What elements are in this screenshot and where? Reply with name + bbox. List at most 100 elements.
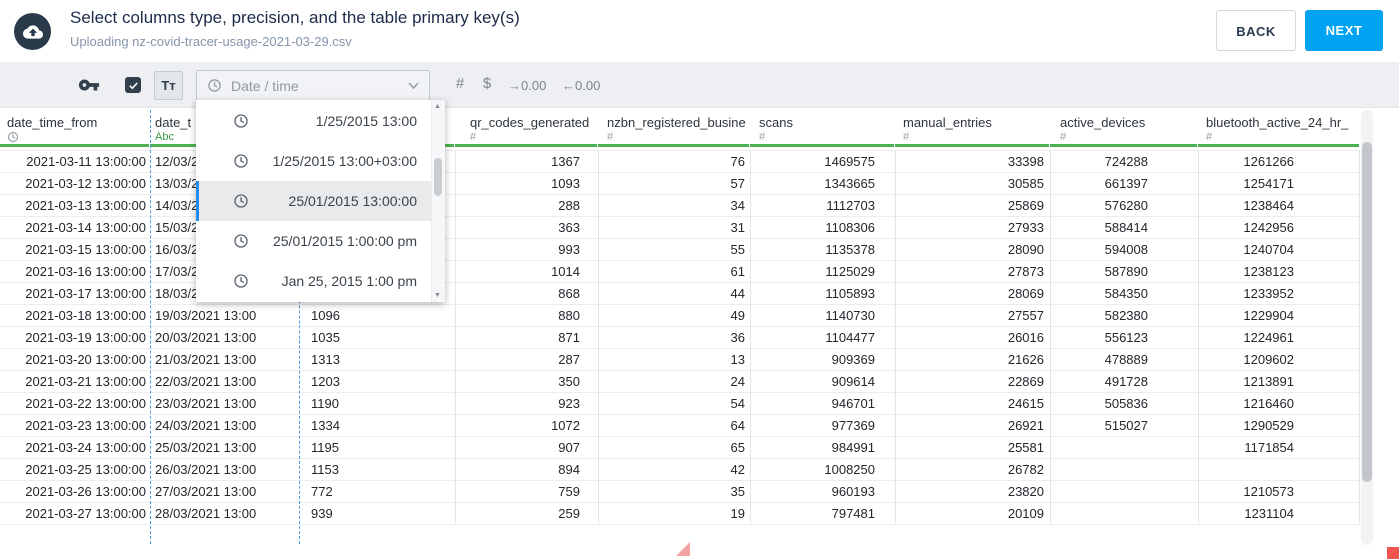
table-cell: 1108306 [825, 220, 875, 235]
number-type-icon: # [903, 131, 910, 143]
table-cell [1050, 481, 1198, 502]
menu-scroll-thumb[interactable] [434, 158, 442, 196]
table-cell: 2021-03-26 13:00:00 [25, 484, 146, 499]
format-option-label: 25/01/2015 1:00:00 pm [272, 233, 417, 249]
toolbar-checkbox[interactable] [125, 77, 141, 93]
table-cell: 1216460 [1243, 396, 1294, 411]
table-cell: 1367 [551, 154, 580, 169]
clock-icon [233, 273, 249, 289]
currency-type-button[interactable]: $ [477, 75, 497, 92]
table-cell: 491728 [1104, 374, 1148, 389]
remove-decimal-button[interactable]: ←0.00 [562, 78, 600, 93]
table-cell: 26/03/2021 13:00 [155, 462, 257, 477]
column-header-qr-codes-generated[interactable]: qr_codes_generated # [455, 108, 598, 150]
table-cell: 22869 [1007, 374, 1044, 389]
table-row: 2021-03-22 13:00:00 23/03/2021 13:00 1190 9… [0, 393, 1360, 415]
chevron-down-icon [408, 81, 419, 90]
format-option[interactable]: Jan 25, 2015 1:00 pm [196, 261, 445, 301]
table-cell: 2021-03-11 13:00:00 [26, 154, 146, 169]
table-cell: 724288 [1104, 154, 1148, 169]
table-cell: 20/03/2021 13:00 [155, 330, 257, 345]
add-decimal-button[interactable]: →0.00 [508, 78, 546, 93]
column-label: date_time_from [7, 115, 98, 130]
datetime-format-select[interactable]: Date / time [196, 70, 430, 101]
number-type-icon: # [1206, 131, 1213, 143]
table-row: 2021-03-21 13:00:00 22/03/2021 13:00 1203 3… [0, 371, 1360, 393]
numeric-type-button[interactable]: # [450, 75, 470, 92]
table-cell: 515027 [1104, 418, 1148, 433]
table-cell: 1125029 [825, 264, 875, 279]
table-row: 2021-03-27 13:00:00 28/03/2021 13:00 939 25… [0, 503, 1360, 525]
table-cell: 1313 [311, 352, 340, 367]
table-cell: 1231104 [1244, 506, 1294, 521]
table-cell: 868 [558, 286, 580, 301]
table-cell: 1195 [311, 440, 339, 455]
menu-scrollbar[interactable]: ▲ ▼ [431, 100, 445, 302]
selected-column-dashed-line [150, 110, 151, 544]
column-gridline [1050, 150, 1051, 524]
table-cell: 350 [558, 374, 580, 389]
table-cell [1198, 459, 1360, 480]
column-header-scans[interactable]: scans # [750, 108, 895, 150]
format-option[interactable]: 25/01/2015 13:00:00 [196, 181, 445, 221]
column-valid-bar [1198, 144, 1359, 147]
table-cell: 993 [558, 242, 580, 257]
table-cell: 1105893 [825, 286, 875, 301]
column-header-bluetooth-active[interactable]: bluetooth_active_24_hr_ # [1198, 108, 1360, 150]
table-cell: 1190 [311, 396, 339, 411]
app-root: Select columns type, precision, and the … [0, 0, 1399, 560]
table-cell: 22/03/2021 13:00 [155, 374, 257, 389]
table-cell: 2021-03-15 13:00:00 [25, 242, 146, 257]
column-header-active-devices[interactable]: active_devices # [1050, 108, 1198, 150]
table-cell: 288 [558, 198, 580, 213]
back-button[interactable]: BACK [1216, 10, 1296, 51]
table-cell: 2021-03-17 13:00:00 [25, 286, 146, 301]
primary-key-button[interactable] [78, 74, 100, 96]
table-cell: 478889 [1104, 352, 1148, 367]
format-option[interactable]: 1/25/2015 13:00+03:00 [196, 141, 445, 181]
table-cell: 2021-03-14 13:00:00 [25, 220, 146, 235]
table-cell: 19 [730, 506, 745, 521]
column-gridline [750, 150, 751, 524]
table-cell: 909614 [831, 374, 875, 389]
column-gridline [598, 150, 599, 524]
column-header-nzbn-registered[interactable]: nzbn_registered_busine # [598, 108, 750, 150]
table-cell: 1261266 [1243, 154, 1294, 169]
clock-icon [233, 193, 249, 209]
table-cell: 582380 [1104, 308, 1148, 323]
table-row: 2021-03-18 13:00:00 19/03/2021 13:00 1096 8… [0, 305, 1360, 327]
table-cell [1050, 459, 1198, 480]
format-option-label: Jan 25, 2015 1:00 pm [281, 273, 417, 289]
text-type-button[interactable]: Tт [154, 71, 183, 100]
table-cell: 1209602 [1243, 352, 1294, 367]
table-cell: 2021-03-24 13:00:00 [25, 440, 146, 455]
format-option[interactable]: 1/25/2015 13:00 [196, 101, 445, 141]
table-cell: 25581 [1007, 440, 1044, 455]
table-cell: 28069 [1007, 286, 1044, 301]
table-cell: 505836 [1104, 396, 1148, 411]
column-header-manual-entries[interactable]: manual_entries # [895, 108, 1050, 150]
next-button[interactable]: NEXT [1305, 10, 1383, 51]
table-cell: 1104477 [825, 330, 875, 345]
table-cell: 2021-03-20 13:00:00 [25, 352, 146, 367]
scroll-up-arrow[interactable]: ▲ [434, 103, 441, 110]
table-cell: 1343665 [824, 176, 875, 191]
column-header-date-time-from[interactable]: date_time_from [0, 108, 150, 150]
table-cell: 759 [558, 484, 580, 499]
table-cell: 61 [730, 264, 745, 279]
table-cell: 1112703 [826, 198, 875, 213]
format-option[interactable]: 25/01/2015 1:00:00 pm [196, 221, 445, 261]
table-row: 2021-03-19 13:00:00 20/03/2021 13:00 1035 8… [0, 327, 1360, 349]
table-cell: 1140730 [825, 308, 875, 323]
column-gridline [895, 150, 896, 524]
clock-icon [233, 233, 249, 249]
table-cell: 35 [730, 484, 745, 499]
table-cell: 1242956 [1243, 220, 1294, 235]
table-cell: 24 [730, 374, 745, 389]
scroll-down-arrow[interactable]: ▼ [434, 292, 441, 299]
table-cell: 1008250 [824, 462, 875, 477]
vertical-scrollbar-thumb[interactable] [1362, 142, 1372, 482]
table-cell: 57 [730, 176, 745, 191]
table-cell: 49 [730, 308, 745, 323]
cloud-upload-icon [22, 24, 43, 39]
